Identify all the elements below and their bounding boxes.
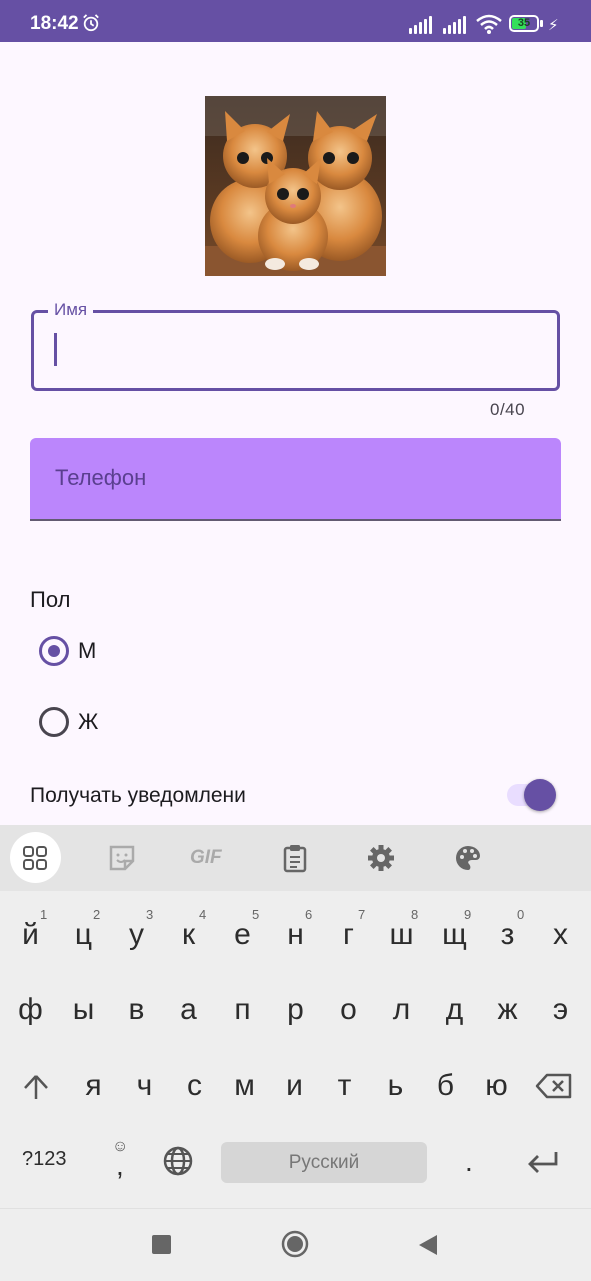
key-y[interactable]: ы [57,975,110,1045]
name-input[interactable] [31,310,560,391]
shift-arrow-icon[interactable] [22,1073,50,1101]
home-icon[interactable] [281,1230,309,1258]
key-r[interactable]: р [269,975,322,1045]
key-v[interactable]: в [110,975,163,1045]
signal-icon [409,14,432,34]
key-hint-9: 9 [464,907,472,922]
key-ch[interactable]: ч [118,1051,171,1121]
globe-icon[interactable] [162,1145,194,1177]
wifi-icon [476,14,502,34]
settings-gear-icon[interactable] [367,844,395,872]
key-l[interactable]: л [375,975,428,1045]
key-d[interactable]: д [428,975,481,1045]
back-icon[interactable] [417,1233,439,1257]
key-hint-1: 1 [40,907,48,922]
battery-icon: 35 [509,15,539,32]
keyboard-row-3: я ч с м и т ь б ю [0,1051,591,1121]
phone-placeholder: Телефон [55,465,147,490]
key-3[interactable]: у [110,900,163,970]
key-10[interactable]: з [481,900,534,970]
keyboard-row-2: ф ы в а п р о л д ж э [0,975,591,1045]
key-i[interactable]: и [268,1051,321,1121]
key-zh[interactable]: ж [481,975,534,1045]
name-label: Имя [48,300,94,320]
key-5[interactable]: е [216,900,269,970]
key-e[interactable]: э [534,975,587,1045]
key-hint-5: 5 [252,907,260,922]
key-p[interactable]: п [216,975,269,1045]
key-8[interactable]: ш [375,900,428,970]
gif-button[interactable]: GIF [190,847,222,869]
name-char-counter: 0/40 [490,400,526,419]
key-4[interactable]: к [162,900,215,970]
key-hint-10: 0 [517,907,525,922]
key-hint-4: 4 [199,907,207,922]
battery-cap [540,20,543,27]
key-t[interactable]: т [318,1051,371,1121]
key-b[interactable]: б [419,1051,472,1121]
sticker-icon[interactable] [107,843,137,873]
key-ya[interactable]: я [67,1051,120,1121]
notifications-label: Получать уведомлени [30,784,246,807]
key-6[interactable]: н [269,900,322,970]
key-hint-6: 6 [305,907,313,922]
key-yu[interactable]: ю [470,1051,523,1121]
notifications-switch-thumb[interactable] [524,779,556,811]
apps-grid-icon [23,846,47,870]
key-9[interactable]: щ [428,900,481,970]
signal-icon-2 [443,14,466,34]
key-hint-7: 7 [358,907,366,922]
key-s[interactable]: с [168,1051,221,1121]
key-hint-2: 2 [93,907,101,922]
gender-label-f[interactable]: Ж [78,709,98,735]
status-time: 18:42 [30,13,79,34]
key-hint-8: 8 [411,907,419,922]
enter-icon[interactable] [526,1148,560,1176]
period-key[interactable]: . [465,1146,473,1178]
keyboard-row-1: й ц у к е н г ш щ з х 1 2 3 4 5 6 7 8 9 … [0,900,591,970]
key-2[interactable]: ц [57,900,110,970]
key-11[interactable]: х [534,900,587,970]
key-soft[interactable]: ь [369,1051,422,1121]
key-1[interactable]: й [4,900,57,970]
key-hint-3: 3 [146,907,154,922]
symbols-key[interactable]: ?123 [22,1148,67,1171]
recents-icon[interactable] [152,1235,171,1254]
key-m[interactable]: м [218,1051,271,1121]
theme-palette-icon[interactable] [454,844,482,872]
alarm-icon [83,14,99,32]
gender-radio-m[interactable] [39,636,69,666]
key-f[interactable]: ф [4,975,57,1045]
kittens-image [205,96,386,276]
backspace-icon[interactable] [535,1073,573,1099]
clipboard-icon[interactable] [282,843,308,873]
key-a[interactable]: а [162,975,215,1045]
gender-label-m[interactable]: М [78,638,96,664]
charging-icon: ⚡ [548,17,559,34]
gender-title: Пол [30,587,71,612]
comma-key[interactable]: , [116,1150,124,1182]
space-key[interactable]: Русский [221,1142,427,1183]
key-o[interactable]: о [322,975,375,1045]
battery-level: 35 [517,17,531,29]
text-cursor [54,333,57,366]
gender-radio-f[interactable] [39,707,69,737]
key-7[interactable]: г [322,900,375,970]
